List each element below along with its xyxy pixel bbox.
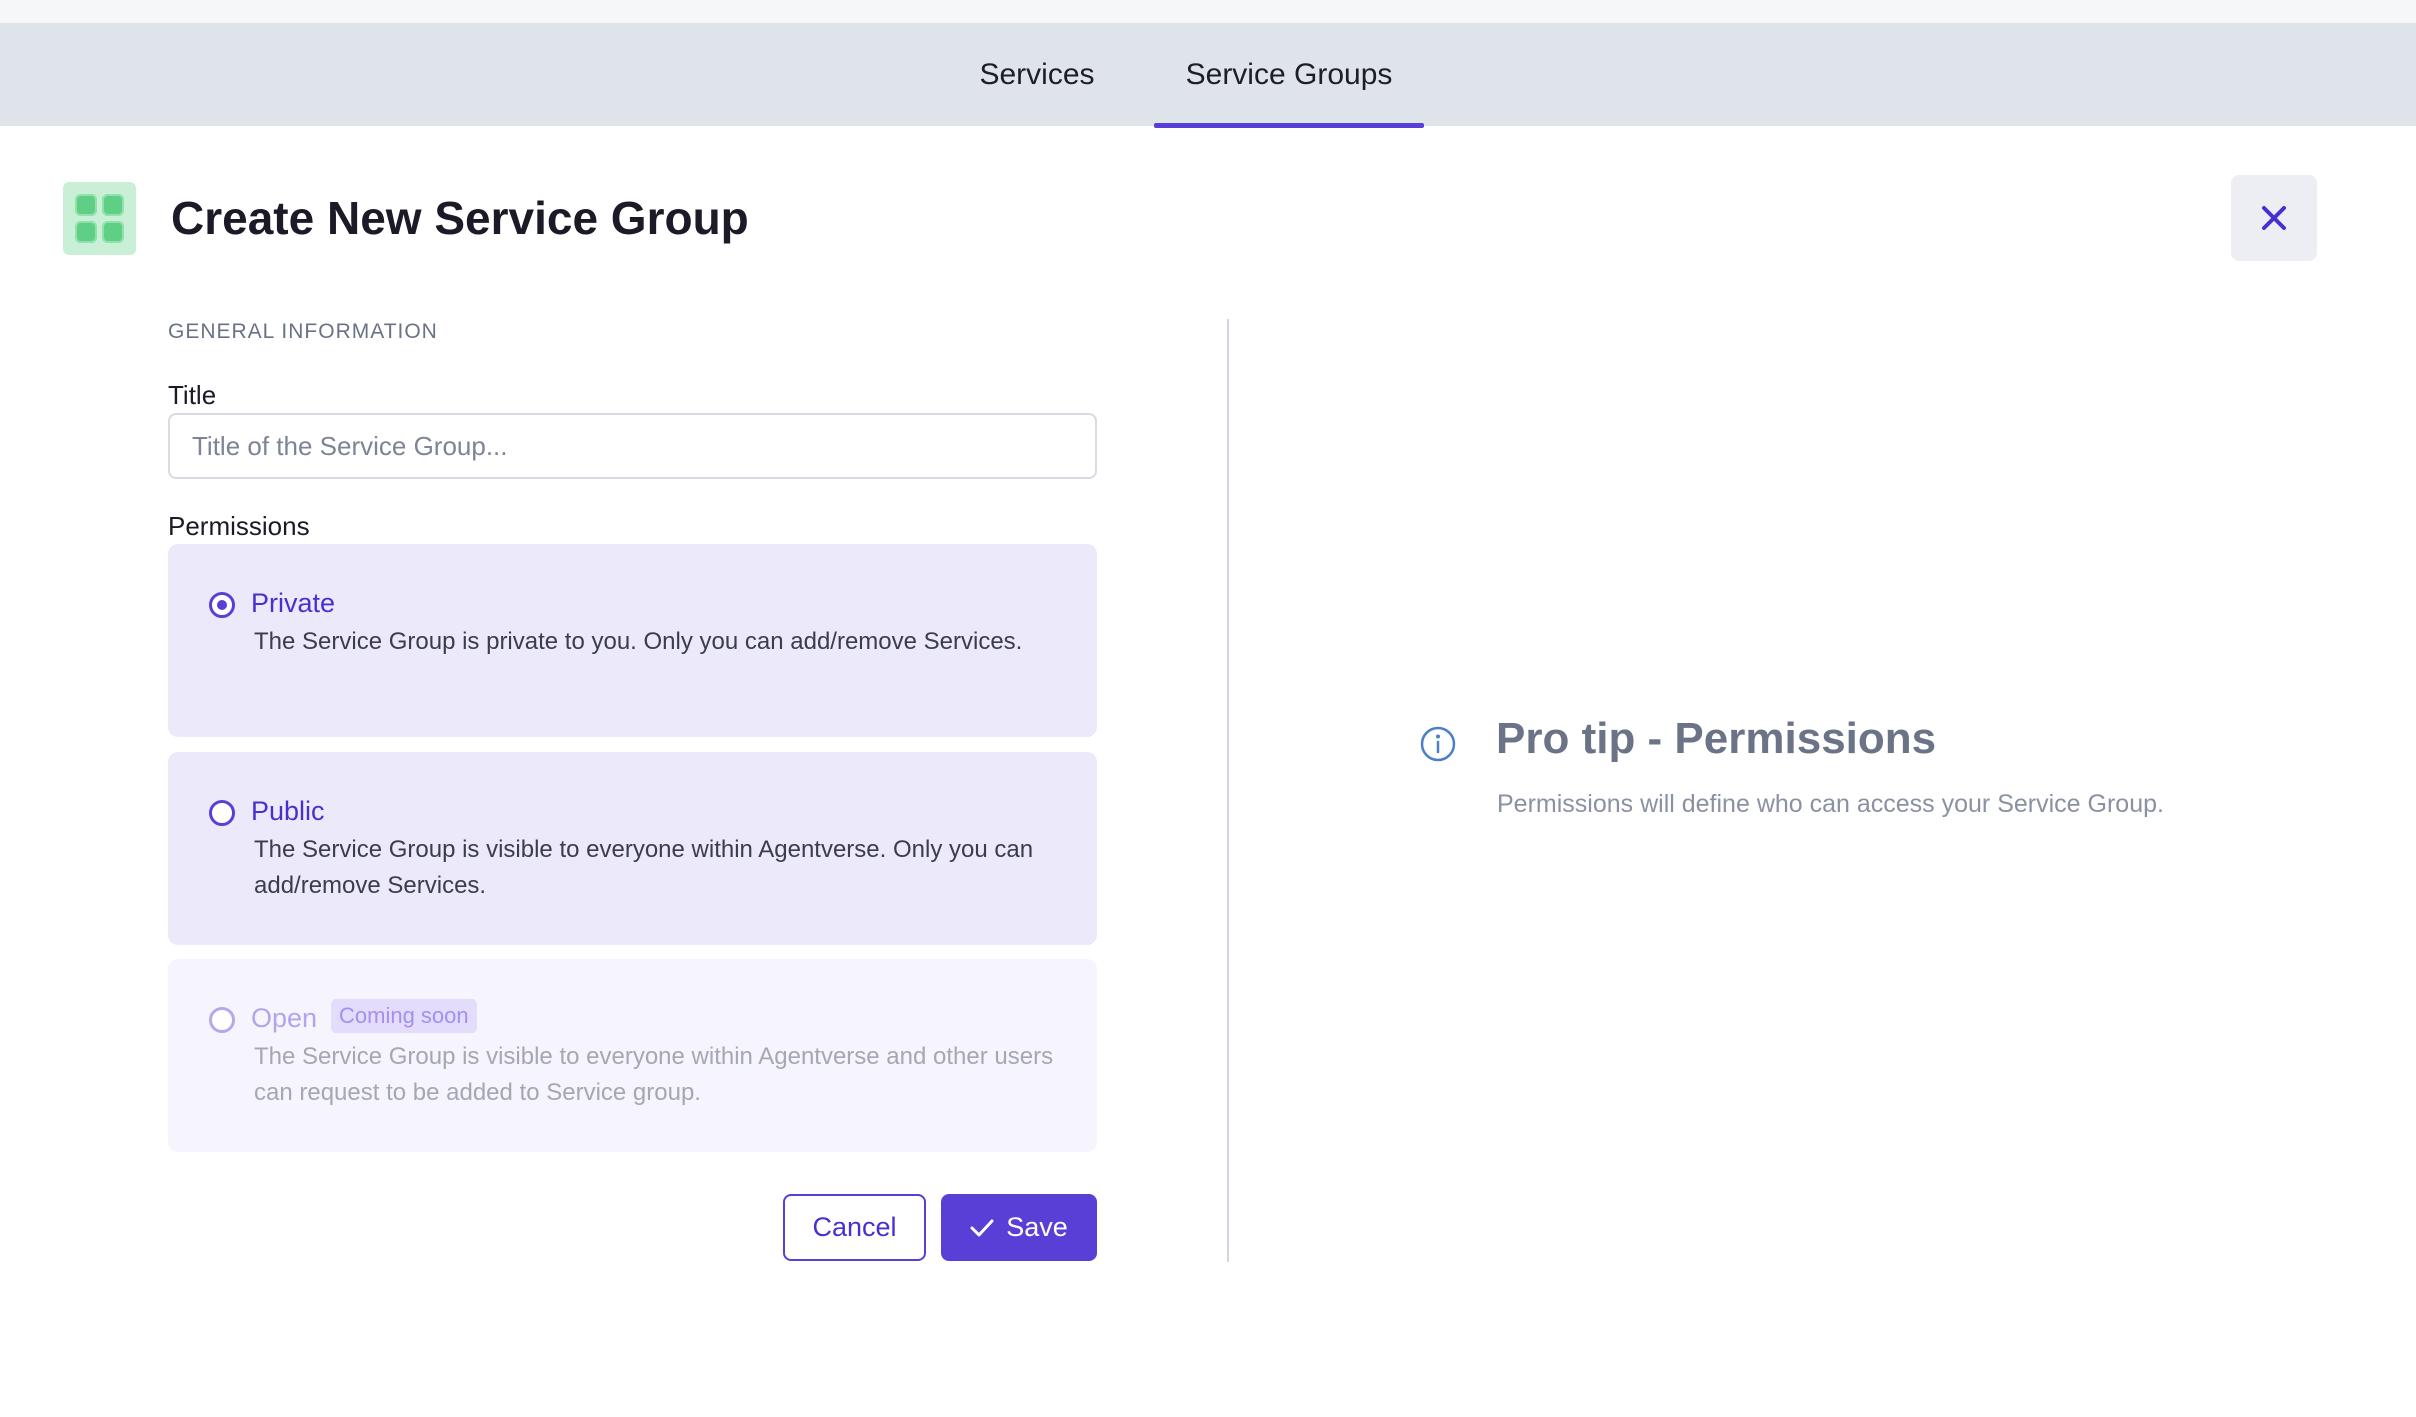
page-title: Create New Service Group [171,192,749,244]
permission-option-open: Open Coming soon The Service Group is vi… [168,959,1097,1152]
permission-option-private[interactable]: Private The Service Group is private to … [168,544,1097,737]
vertical-divider [1227,319,1229,1262]
permission-name: Private [251,588,336,618]
tab-service-groups[interactable]: Service Groups [1154,23,1424,128]
permission-description: The Service Group is visible to everyone… [254,836,1034,899]
permission-name: Open [251,1003,318,1033]
tab-bar: Services Service Groups [0,23,2416,128]
check-icon [970,1219,994,1236]
service-group-grid-icon [63,182,136,255]
section-label-general-information: GENERAL INFORMATION [168,320,438,343]
permission-description: The Service Group is visible to everyone… [254,1043,1054,1106]
tab-services[interactable]: Services [952,23,1122,126]
save-button[interactable]: Save [941,1194,1097,1261]
permission-option-public[interactable]: Public The Service Group is visible to e… [168,752,1097,945]
info-icon [1420,726,1456,762]
pro-tip-title: Pro tip - Permissions [1496,714,1937,763]
permission-name: Public [251,796,325,826]
title-input[interactable] [168,413,1097,479]
close-icon [2262,206,2286,230]
private-radio[interactable] [209,592,235,618]
top-strip [0,0,2416,23]
public-radio[interactable] [209,800,235,826]
cancel-button[interactable]: Cancel [783,1194,926,1261]
permissions-label: Permissions [168,511,310,541]
title-label: Title [168,380,217,410]
permission-description: The Service Group is private to you. Onl… [254,628,1023,655]
open-radio [209,1007,235,1033]
close-button[interactable] [2231,175,2317,261]
pro-tip-text: Permissions will define who can access y… [1497,790,2164,818]
save-button-label: Save [1006,1212,1068,1242]
coming-soon-badge: Coming soon [331,999,477,1033]
